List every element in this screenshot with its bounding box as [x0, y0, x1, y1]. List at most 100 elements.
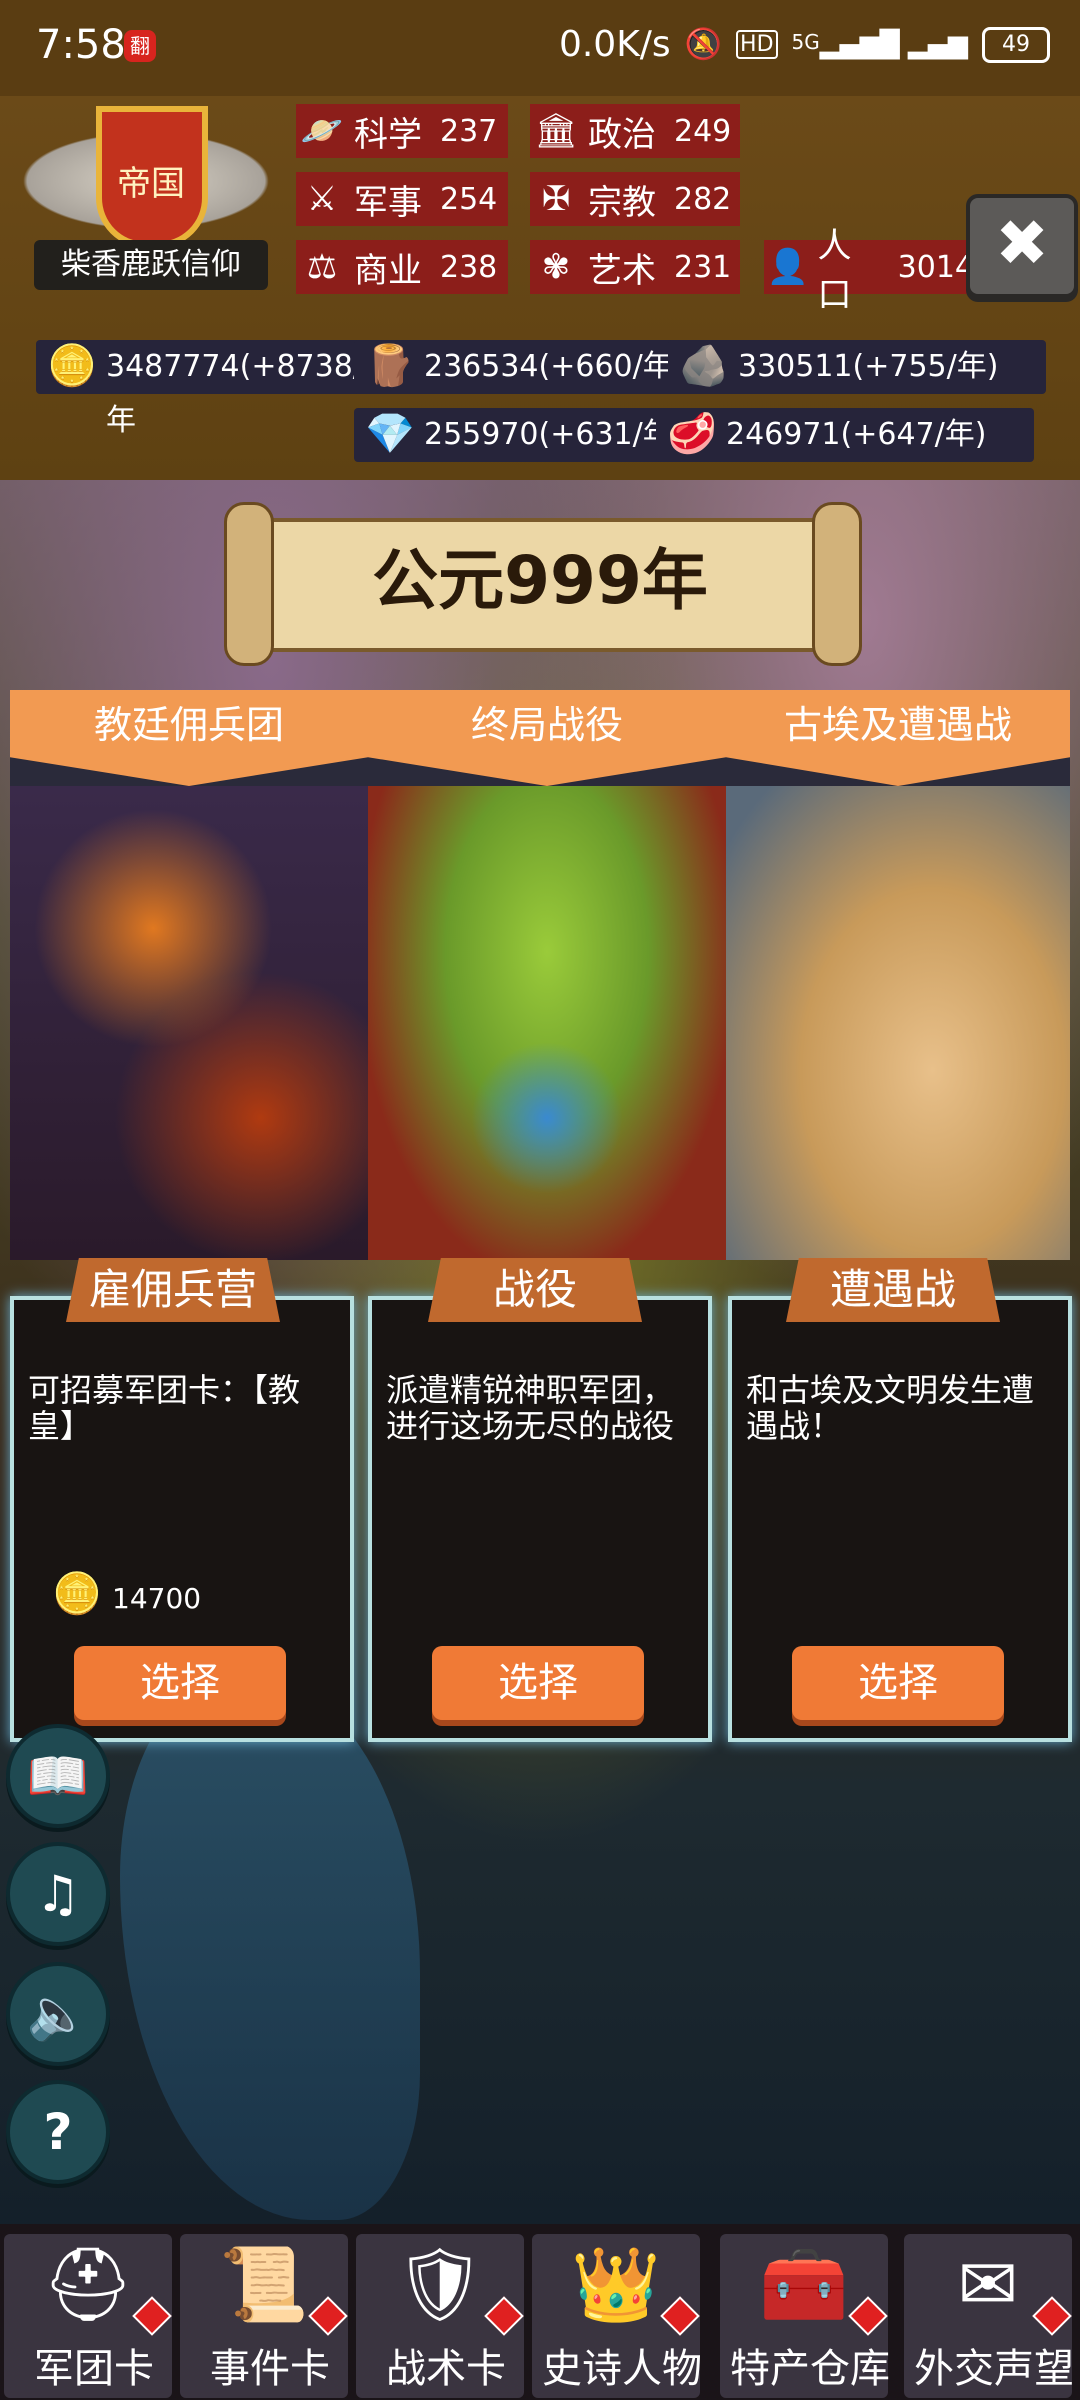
- resource-value: 255970(+631/年: [424, 417, 673, 452]
- notification-dot: [848, 2296, 888, 2336]
- notes-button[interactable]: 📖: [6, 1724, 110, 1828]
- stat-label: 商业: [354, 250, 422, 291]
- signal-icon: 5G▂▄▆█ ▂▄▆: [791, 29, 968, 60]
- stat-value: 282: [674, 181, 732, 217]
- card-description: 派遣精锐神职军团，进行这场无尽的战役: [386, 1371, 675, 1445]
- nav-event-cards[interactable]: 📜 事件卡: [180, 2234, 348, 2398]
- select-button[interactable]: 选择: [792, 1646, 1004, 1720]
- military-icon: ⚔: [306, 179, 338, 219]
- resource-value: 236534(+660/年): [424, 349, 685, 384]
- card-ribbon: 雇佣兵营: [66, 1258, 280, 1322]
- nav-label: 军团卡: [34, 2346, 154, 2392]
- stat-value: 237: [440, 113, 498, 149]
- sound-icon: 🔈: [26, 1984, 90, 2043]
- select-button[interactable]: 选择: [432, 1646, 644, 1720]
- stat-commerce: ⚖ 商业 238: [296, 240, 508, 294]
- card-cost: 🪙 14700: [52, 1571, 202, 1617]
- nav-epic-heroes[interactable]: 👑 史诗人物: [532, 2234, 702, 2398]
- stat-label: 科学: [354, 114, 422, 155]
- resource-wood: 🪵 236534(+660/年): [354, 340, 722, 394]
- stat-value: 254: [440, 181, 498, 217]
- nav-specialty-warehouse[interactable]: 🧰 特产仓库: [720, 2234, 890, 2398]
- stat-value: 238: [440, 249, 498, 285]
- year-text: 公元999年: [372, 542, 708, 619]
- envelope-icon: ✉: [957, 2242, 1019, 2326]
- crystal-icon: 💎: [365, 411, 415, 457]
- nav-label: 战术卡: [386, 2346, 506, 2392]
- year-banner: 公元999年: [220, 496, 862, 666]
- meat-icon: 🥩: [667, 411, 717, 457]
- card-mercenary-info: 可招募军团卡：【教皇】 🪙 14700 选择: [10, 1296, 354, 1742]
- emblem-label: 帝国: [117, 164, 185, 204]
- hd-icon: HD: [736, 30, 778, 59]
- nav-label: 外交声望: [914, 2346, 1074, 2392]
- help-icon: ?: [43, 2103, 73, 2161]
- gold-icon: 🪙: [47, 343, 97, 389]
- resource-meat: 🥩 246971(+647/年): [656, 408, 1034, 462]
- stat-label: 军事: [354, 182, 422, 223]
- nav-diplomacy[interactable]: ✉ 外交声望: [904, 2234, 1074, 2398]
- card-campaign-info: 派遣精锐神职军团，进行这场无尽的战役 选择: [368, 1296, 712, 1742]
- help-button[interactable]: ?: [6, 2080, 110, 2184]
- card-title: 古埃及遭遇战: [783, 703, 1012, 747]
- crown-icon: 👑: [571, 2242, 661, 2326]
- empire-header: 帝国 柴香鹿跃信仰 🪐 科学 237 🏛 政治 249 ⚔ 军事 254 ✠ 宗…: [0, 96, 1080, 480]
- stat-label: 人口: [817, 226, 852, 315]
- stat-value: 231: [674, 249, 732, 285]
- stat-religion: ✠ 宗教 282: [530, 172, 740, 226]
- card-title: 终局战役: [470, 703, 623, 747]
- stat-value: 249: [674, 113, 732, 149]
- river-terrain: [120, 1680, 420, 2220]
- bottom-nav: ⛑ 军团卡 📜 事件卡 🛡 战术卡 👑 史诗人物 🧰 特产仓库 ✉ 外交声望: [0, 2224, 1080, 2400]
- helmet-icon: ⛑: [42, 2242, 134, 2326]
- politics-icon: 🏛: [534, 111, 578, 151]
- stat-label: 政治: [588, 114, 656, 155]
- status-right: 0.0K/s 🔕 HD 5G▂▄▆█ ▂▄▆ 49: [559, 24, 1050, 65]
- status-bar: 7:58 翻 0.0K/s 🔕 HD 5G▂▄▆█ ▂▄▆ 49: [0, 0, 1080, 96]
- empire-name: 柴香鹿跃信仰: [34, 240, 268, 290]
- mute-icon: 🔕: [684, 27, 723, 62]
- stat-politics: 🏛 政治 249: [530, 104, 740, 158]
- music-icon: ♫: [35, 1865, 81, 1923]
- nav-legion-cards[interactable]: ⛑ 军团卡: [4, 2234, 172, 2398]
- notification-dot: [1032, 2296, 1072, 2336]
- notification-dot: [132, 2296, 172, 2336]
- wood-icon: 🪵: [365, 343, 415, 389]
- status-time: 7:58: [36, 22, 126, 68]
- card-art-battlefield: [368, 786, 726, 1260]
- chest-icon: 🧰: [759, 2242, 849, 2326]
- stat-science: 🪐 科学 237: [296, 104, 508, 158]
- notification-dot: [484, 2296, 524, 2336]
- empire-emblem[interactable]: 帝国 柴香鹿跃信仰: [6, 106, 286, 296]
- battery-icon: 49: [982, 26, 1050, 63]
- card-encounter-top[interactable]: 古埃及遭遇战: [726, 690, 1070, 1260]
- app-badge-icon: 翻: [124, 30, 156, 62]
- card-campaign-top[interactable]: 终局战役: [368, 690, 726, 1260]
- stone-icon: 🪨: [679, 343, 729, 389]
- gold-coin-icon: 🪙: [52, 1571, 102, 1617]
- science-icon: 🪐: [300, 111, 344, 151]
- select-button[interactable]: 选择: [74, 1646, 286, 1720]
- card-ribbon: 遭遇战: [786, 1258, 1000, 1322]
- stat-label: 宗教: [588, 182, 656, 223]
- notes-icon: 📖: [26, 1746, 90, 1805]
- nav-label: 史诗人物: [542, 2346, 702, 2392]
- close-icon: ✖: [995, 207, 1049, 281]
- commerce-icon: ⚖: [306, 247, 338, 287]
- notification-dot: [660, 2296, 700, 2336]
- close-button[interactable]: ✖: [966, 194, 1078, 298]
- cost-value: 14700: [112, 1582, 202, 1615]
- sound-button[interactable]: 🔈: [6, 1962, 110, 2066]
- resource-value: 246971(+647/年): [726, 417, 987, 452]
- network-speed: 0.0K/s: [558, 24, 671, 65]
- stat-art: ✾ 艺术 231: [530, 240, 740, 294]
- music-button[interactable]: ♫: [6, 1842, 110, 1946]
- resource-crystal: 💎 255970(+631/年: [354, 408, 702, 462]
- scroll-icon: 📜: [219, 2242, 309, 2326]
- art-icon: ✾: [541, 247, 571, 287]
- notification-dot: [308, 2296, 348, 2336]
- card-mercenary-top[interactable]: 教廷佣兵团: [10, 690, 368, 1260]
- stat-military: ⚔ 军事 254: [296, 172, 508, 226]
- nav-tactic-cards[interactable]: 🛡 战术卡: [356, 2234, 524, 2398]
- resource-stone: 🪨 330511(+755/年): [668, 340, 1046, 394]
